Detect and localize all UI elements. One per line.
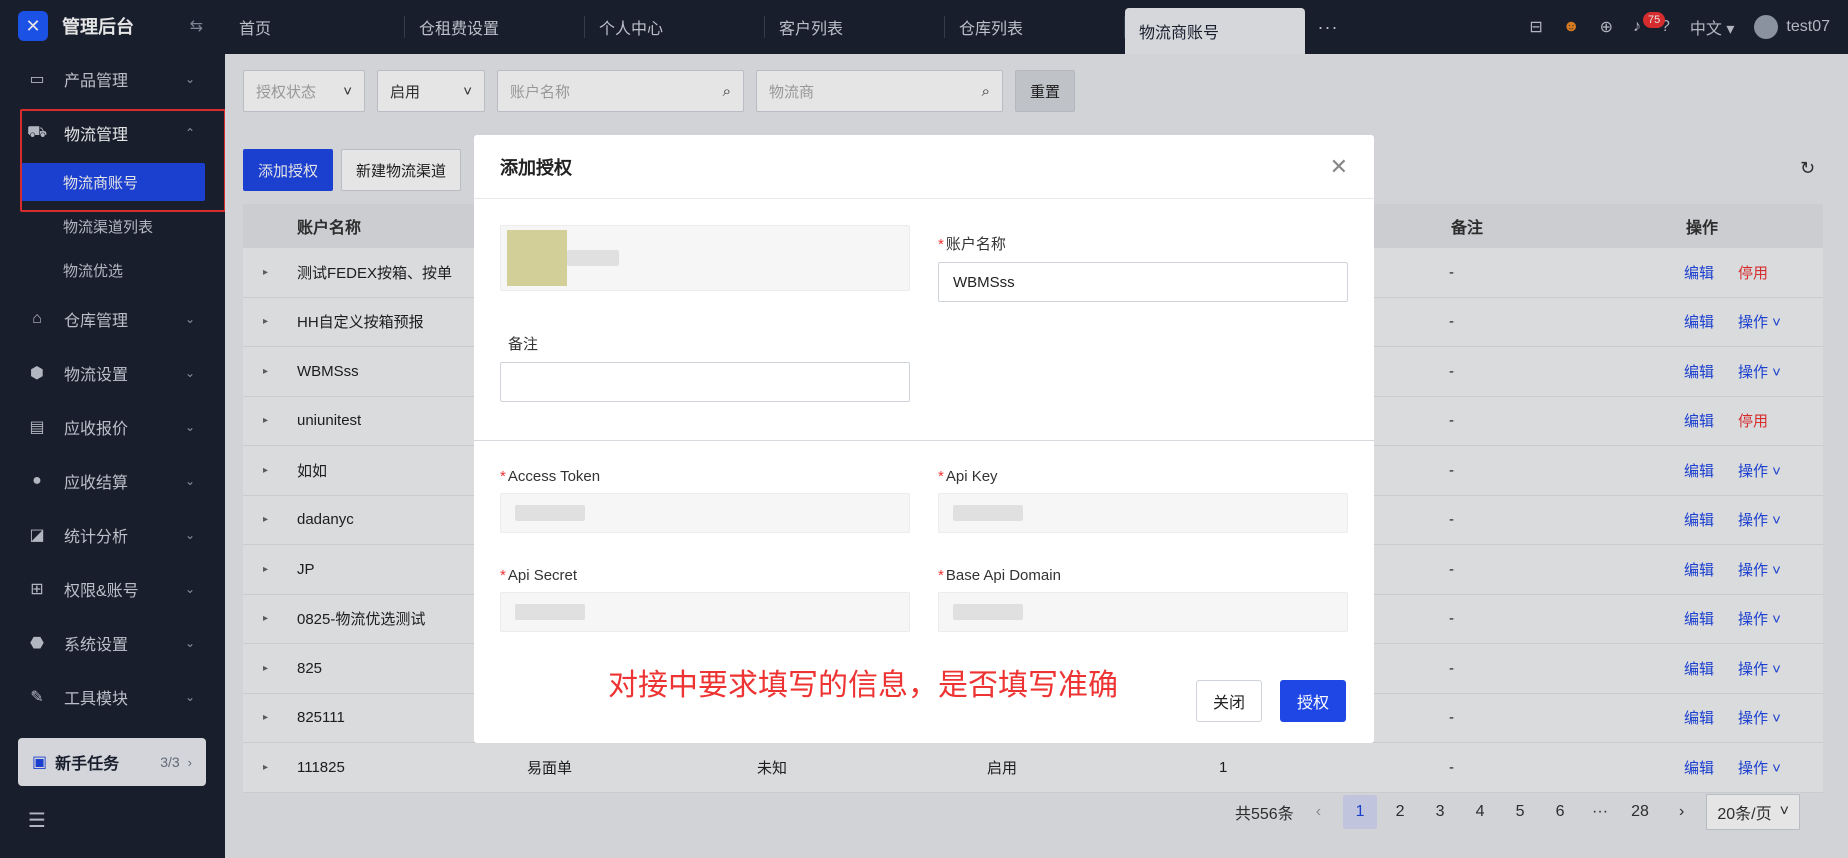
base-api-domain-input[interactable]	[938, 592, 1348, 632]
label-text: Access Token	[507, 468, 601, 485]
redacted-text	[515, 505, 585, 521]
base-api-domain-field: * Base Api Domain	[938, 567, 1348, 632]
access-token-label: * Access Token	[500, 468, 910, 485]
label-text: 账户名称	[945, 236, 1006, 253]
close-icon[interactable]: ✕	[1330, 154, 1348, 180]
required-mark: *	[938, 236, 944, 253]
api-key-label: * Api Key	[938, 468, 1348, 485]
api-key-input[interactable]	[938, 493, 1348, 533]
required-mark: *	[938, 567, 944, 584]
required-mark: *	[938, 468, 944, 485]
redacted-text	[953, 505, 1023, 521]
label-text: Api Secret	[507, 567, 578, 584]
modal-footer: 关闭 授权	[1195, 680, 1346, 722]
required-mark: *	[500, 567, 506, 584]
api-secret-field: * Api Secret	[500, 567, 910, 632]
api-key-field: * Api Key	[938, 468, 1348, 533]
access-token-input[interactable]	[500, 493, 910, 533]
redacted-text	[515, 604, 585, 620]
provider-select-field[interactable]	[500, 225, 910, 291]
close-button[interactable]: 关闭	[1195, 680, 1262, 722]
account-name-field: * 账户名称 WBMSss	[938, 233, 1348, 302]
note-label: 备注	[508, 336, 539, 353]
divider	[474, 440, 1374, 441]
redacted-text	[567, 250, 619, 266]
modal-header: 添加授权 ✕	[474, 135, 1374, 199]
label-text: Api Key	[945, 468, 998, 485]
provider-logo	[507, 230, 567, 286]
required-mark: *	[500, 468, 506, 485]
redacted-text	[953, 604, 1023, 620]
account-name-modal-input[interactable]: WBMSss	[938, 262, 1348, 302]
note-field: 备注	[500, 333, 910, 402]
label-text: Base Api Domain	[945, 567, 1061, 584]
api-secret-input[interactable]	[500, 592, 910, 632]
authorize-button[interactable]: 授权	[1279, 680, 1346, 722]
note-textarea[interactable]	[500, 362, 910, 402]
add-auth-modal: 添加授权 ✕ * 账户名称 WBMSss 备注 * Access Token * Ap…	[474, 135, 1374, 743]
annotation-text: 对接中要求填写的信息，是否填写准确	[608, 669, 1118, 702]
base-api-domain-label: * Base Api Domain	[938, 567, 1348, 584]
modal-title: 添加授权	[500, 157, 572, 178]
access-token-field: * Access Token	[500, 468, 910, 533]
provider-select[interactable]	[500, 225, 910, 291]
api-secret-label: * Api Secret	[500, 567, 910, 584]
account-name-label: * 账户名称	[938, 233, 1348, 254]
